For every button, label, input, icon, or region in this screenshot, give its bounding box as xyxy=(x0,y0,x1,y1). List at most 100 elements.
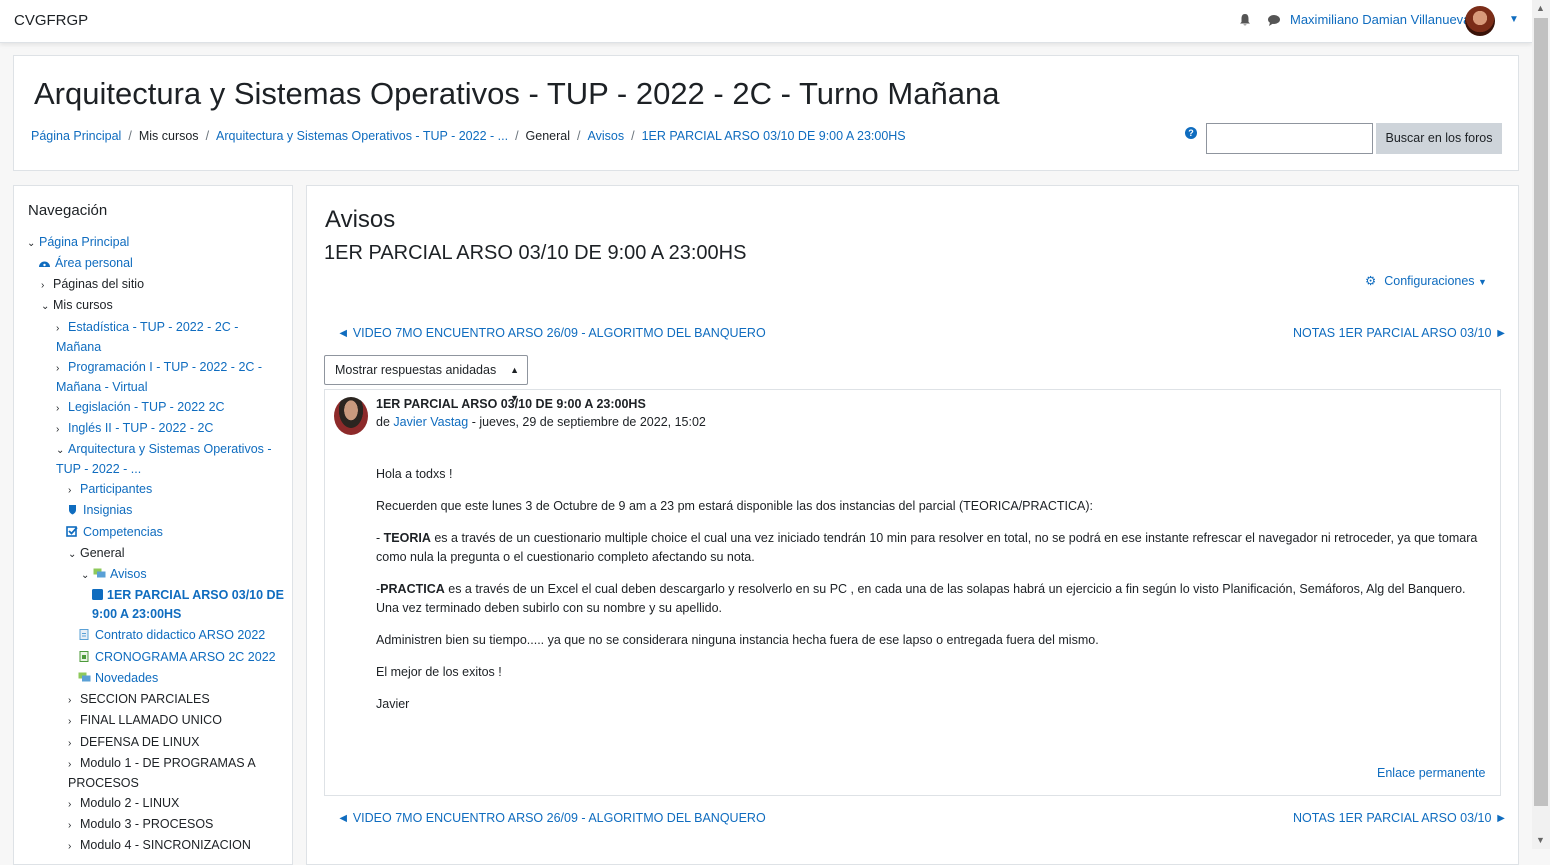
chevron-right-icon: › xyxy=(68,759,72,770)
file-icon xyxy=(79,629,89,640)
shield-icon xyxy=(69,505,76,515)
post-date: - jueves, 29 de septiembre de 2022, 15:0… xyxy=(471,415,706,429)
nav-item-novedades[interactable]: Novedades xyxy=(78,669,158,688)
post-subject: 1ER PARCIAL ARSO 03/10 DE 9:00 A 23:00HS xyxy=(376,397,646,411)
nav-item-participants[interactable]: › Participantes xyxy=(68,480,152,500)
nav-item-section-modulo3[interactable]: › Modulo 3 - PROCESOS xyxy=(68,815,213,835)
chevron-right-icon: › xyxy=(41,280,45,291)
gear-icon: ⚙ xyxy=(1365,274,1377,288)
scrollbar-thumb[interactable] xyxy=(1534,18,1548,806)
dashboard-icon xyxy=(39,261,50,267)
chevron-right-icon: › xyxy=(68,485,72,496)
next-discussion-link[interactable]: NOTAS 1ER PARCIAL ARSO 03/10 ► xyxy=(1293,326,1507,340)
author-avatar[interactable] xyxy=(334,397,368,435)
nav-item-my-courses[interactable]: ⌄ Mis cursos xyxy=(41,296,113,316)
chevron-down-icon[interactable]: ▼ xyxy=(1509,14,1519,25)
spreadsheet-icon xyxy=(79,651,89,662)
main-content: Avisos 1ER PARCIAL ARSO 03/10 DE 9:00 A … xyxy=(306,185,1519,865)
nav-item-course-legislacion[interactable]: › Legislación - TUP - 2022 2C xyxy=(56,398,225,418)
help-icon[interactable]: ? xyxy=(1185,127,1197,139)
checkbox-icon xyxy=(66,526,78,537)
page-title: Arquitectura y Sistemas Operativos - TUP… xyxy=(34,76,1000,111)
page-header: Arquitectura y Sistemas Operativos - TUP… xyxy=(13,55,1519,171)
display-mode-value: Mostrar respuestas anidadas xyxy=(335,363,497,377)
chevron-right-icon: › xyxy=(68,695,72,706)
nav-item-general[interactable]: ⌄ General xyxy=(68,544,124,564)
nav-item-current-discussion[interactable]: 1ER PARCIAL ARSO 03/10 DE 9:00 A 23:00HS xyxy=(92,586,288,624)
nav-item-contrato[interactable]: Contrato didactico ARSO 2022 xyxy=(78,626,265,645)
scroll-down-icon[interactable]: ▼ xyxy=(1536,835,1545,845)
top-navbar: CVGFRGP Maximiliano Damian Villanueva ▼ xyxy=(0,0,1532,43)
nav-item-course-arso[interactable]: ⌄ Arquitectura y Sistemas Operativos - TU… xyxy=(56,440,281,479)
breadcrumb-forum[interactable]: Avisos xyxy=(588,129,625,143)
nav-item-badges[interactable]: Insignias xyxy=(66,501,132,520)
post-paragraph: Administren bien su tiempo..... ya que n… xyxy=(376,633,1099,647)
nav-item-site-pages[interactable]: › Páginas del sitio xyxy=(41,275,144,295)
post-paragraph: El mejor de los exitos ! xyxy=(376,665,502,679)
chevron-right-icon: › xyxy=(68,799,72,810)
forum-title: Avisos xyxy=(325,206,396,233)
nav-item-course-estadistica[interactable]: › Estadística - TUP - 2022 - 2C - Mañana xyxy=(56,318,256,357)
display-mode-select[interactable]: Mostrar respuestas anidadas ▲ ▼ xyxy=(324,355,528,403)
post-paragraph: Hola a todxs ! xyxy=(376,467,453,481)
nav-item-section-defensa[interactable]: › DEFENSA DE LINUX xyxy=(68,733,199,753)
prev-discussion-link-bottom[interactable]: ◄ VIDEO 7MO ENCUENTRO ARSO 26/09 - ALGOR… xyxy=(337,811,766,825)
nav-item-course-ingles[interactable]: › Inglés II - TUP - 2022 - 2C xyxy=(56,419,213,439)
nav-item-competencies[interactable]: Competencias xyxy=(66,523,163,542)
chevron-right-icon: › xyxy=(56,403,60,414)
chevron-down-icon: ⌄ xyxy=(27,238,36,249)
scroll-up-icon[interactable]: ▲ xyxy=(1536,3,1545,13)
nav-item-home[interactable]: ⌄ Página Principal xyxy=(27,233,129,253)
chevron-right-icon: › xyxy=(56,424,60,435)
breadcrumb-my-courses: Mis cursos xyxy=(138,129,199,143)
nav-item-avisos[interactable]: ⌄ Avisos xyxy=(81,565,147,585)
chevron-right-icon: › xyxy=(68,738,72,749)
breadcrumb-discussion[interactable]: 1ER PARCIAL ARSO 03/10 DE 9:00 A 23:00HS xyxy=(642,129,906,143)
chevron-down-icon: ⌄ xyxy=(68,549,77,560)
messages-icon[interactable] xyxy=(1267,13,1281,27)
user-avatar[interactable] xyxy=(1465,6,1495,36)
chevron-right-icon: › xyxy=(68,716,72,727)
author-link[interactable]: Javier Vastag xyxy=(393,415,468,429)
breadcrumb-home[interactable]: Página Principal xyxy=(31,129,121,143)
nav-item-section-final[interactable]: › FINAL LLAMADO UNICO xyxy=(68,711,222,731)
chevron-right-icon: › xyxy=(68,820,72,831)
settings-label: Configuraciones xyxy=(1384,274,1475,288)
chevron-down-icon: ⌄ xyxy=(81,570,90,581)
settings-menu[interactable]: ⚙ Configuraciones ▼ xyxy=(1365,273,1487,288)
navigation-block: Navegación ⌄ Página Principal Área person… xyxy=(13,185,293,865)
forum-icon xyxy=(93,568,106,578)
post-paragraph: Recuerden que este lunes 3 de Octubre de… xyxy=(376,499,1094,513)
forum-post: 1ER PARCIAL ARSO 03/10 DE 9:00 A 23:00HS… xyxy=(324,389,1501,796)
nav-item-cronograma[interactable]: CRONOGRAMA ARSO 2C 2022 xyxy=(78,648,276,667)
site-brand[interactable]: CVGFRGP xyxy=(14,12,88,29)
chevron-down-icon: ⌄ xyxy=(41,301,50,312)
post-paragraph: -PRACTICA es a través de un Excel el cua… xyxy=(376,582,1466,615)
breadcrumb: Página Principal / Mis cursos / Arquitectura… xyxy=(31,129,906,143)
breadcrumb-course[interactable]: Arquitectura y Sistemas Operativos - TUP… xyxy=(216,129,508,143)
chevron-down-icon: ▼ xyxy=(1478,277,1487,287)
discussion-title: 1ER PARCIAL ARSO 03/10 DE 9:00 A 23:00HS xyxy=(324,242,747,264)
bell-icon[interactable] xyxy=(1238,13,1252,27)
forum-search-input[interactable] xyxy=(1206,123,1373,154)
prev-discussion-link[interactable]: ◄ VIDEO 7MO ENCUENTRO ARSO 26/09 - ALGOR… xyxy=(337,326,766,340)
chevron-right-icon: › xyxy=(56,363,60,374)
breadcrumb-section: General xyxy=(525,129,571,143)
nav-item-course-programacion[interactable]: › Programación I - TUP - 2022 - 2C - Maña… xyxy=(56,358,281,397)
forum-icon xyxy=(78,672,91,682)
permalink-link[interactable]: Enlace permanente xyxy=(1377,766,1485,780)
navigation-heading: Navegación xyxy=(28,202,108,219)
post-byline: de Javier Vastag - jueves, 29 de septiem… xyxy=(376,415,706,429)
chevron-right-icon: › xyxy=(68,841,72,852)
chevron-right-icon: › xyxy=(56,323,60,334)
forum-search-button[interactable]: Buscar en los foros xyxy=(1376,123,1502,154)
nav-item-section-modulo1[interactable]: › Modulo 1 - DE PROGRAMAS A PROCESOS xyxy=(68,754,273,793)
user-menu-name[interactable]: Maximiliano Damian Villanueva xyxy=(1290,12,1470,27)
next-discussion-link-bottom[interactable]: NOTAS 1ER PARCIAL ARSO 03/10 ► xyxy=(1293,811,1507,825)
nav-item-section-modulo2[interactable]: › Modulo 2 - LINUX xyxy=(68,794,179,814)
nav-item-section-parciales[interactable]: › SECCION PARCIALES xyxy=(68,690,210,710)
nav-item-section-modulo4[interactable]: › Modulo 4 - SINCRONIZACION xyxy=(68,836,251,856)
post-paragraph: - TEORIA es a través de un cuestionario … xyxy=(376,531,1478,564)
nav-item-dashboard[interactable]: Área personal xyxy=(38,254,133,273)
post-body: Hola a todxs ! Recuerden que este lunes … xyxy=(376,465,1486,727)
